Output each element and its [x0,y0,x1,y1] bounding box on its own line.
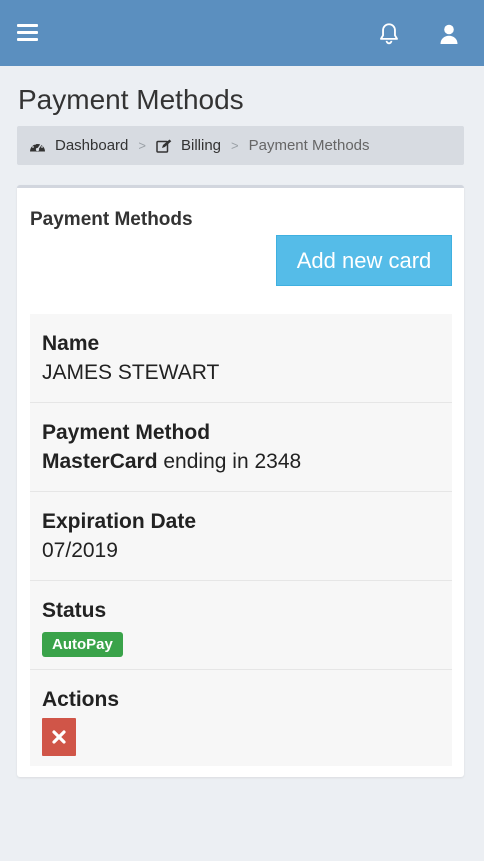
actions-label: Actions [42,688,120,711]
hamburger-menu-icon[interactable] [17,24,38,42]
list-item-name: Name JAMES STEWART [30,314,452,403]
payment-methods-panel: Payment Methods Add new card Name JAMES … [17,185,464,777]
card-brand: MasterCard [42,450,158,473]
status-label: Status [42,599,107,622]
panel-title: Payment Methods [30,209,193,230]
breadcrumb: Dashboard > Billing > Payment Methods [17,126,464,165]
name-label: Name [42,332,100,355]
page-title: Payment Methods [18,84,244,115]
list-item-actions: Actions [30,670,452,766]
user-icon[interactable] [437,22,461,46]
breadcrumb-billing[interactable]: Billing [156,137,221,154]
delete-card-button[interactable] [42,718,76,756]
payment-method-label: Payment Method [42,421,211,444]
list-item-expiration: Expiration Date 07/2019 [30,492,452,581]
status-badge: AutoPay [42,632,123,657]
card-details-list: Name JAMES STEWART Payment Method Master… [30,314,452,766]
name-value: JAMES STEWART [42,361,220,384]
bell-icon[interactable] [376,21,402,47]
breadcrumb-dashboard[interactable]: Dashboard [29,137,128,154]
top-navbar [0,0,484,66]
list-item-payment-method: Payment Method MasterCard ending in 2348 [30,403,452,492]
dashboard-gauge-icon [30,142,45,151]
breadcrumb-payment-methods: Payment Methods [248,137,370,154]
close-x-icon [52,730,66,744]
add-new-card-button[interactable]: Add new card [276,235,452,286]
list-item-status: Status AutoPay [30,581,452,670]
expiration-label: Expiration Date [42,510,197,533]
edit-icon [156,139,172,153]
payment-method-value: MasterCard ending in 2348 [42,447,440,477]
breadcrumb-separator: > [231,138,239,153]
breadcrumb-label: Dashboard [55,137,129,154]
breadcrumb-separator: > [138,138,146,153]
expiration-value: 07/2019 [42,539,118,562]
card-ending: ending in 2348 [157,450,302,473]
breadcrumb-label: Billing [180,137,222,154]
